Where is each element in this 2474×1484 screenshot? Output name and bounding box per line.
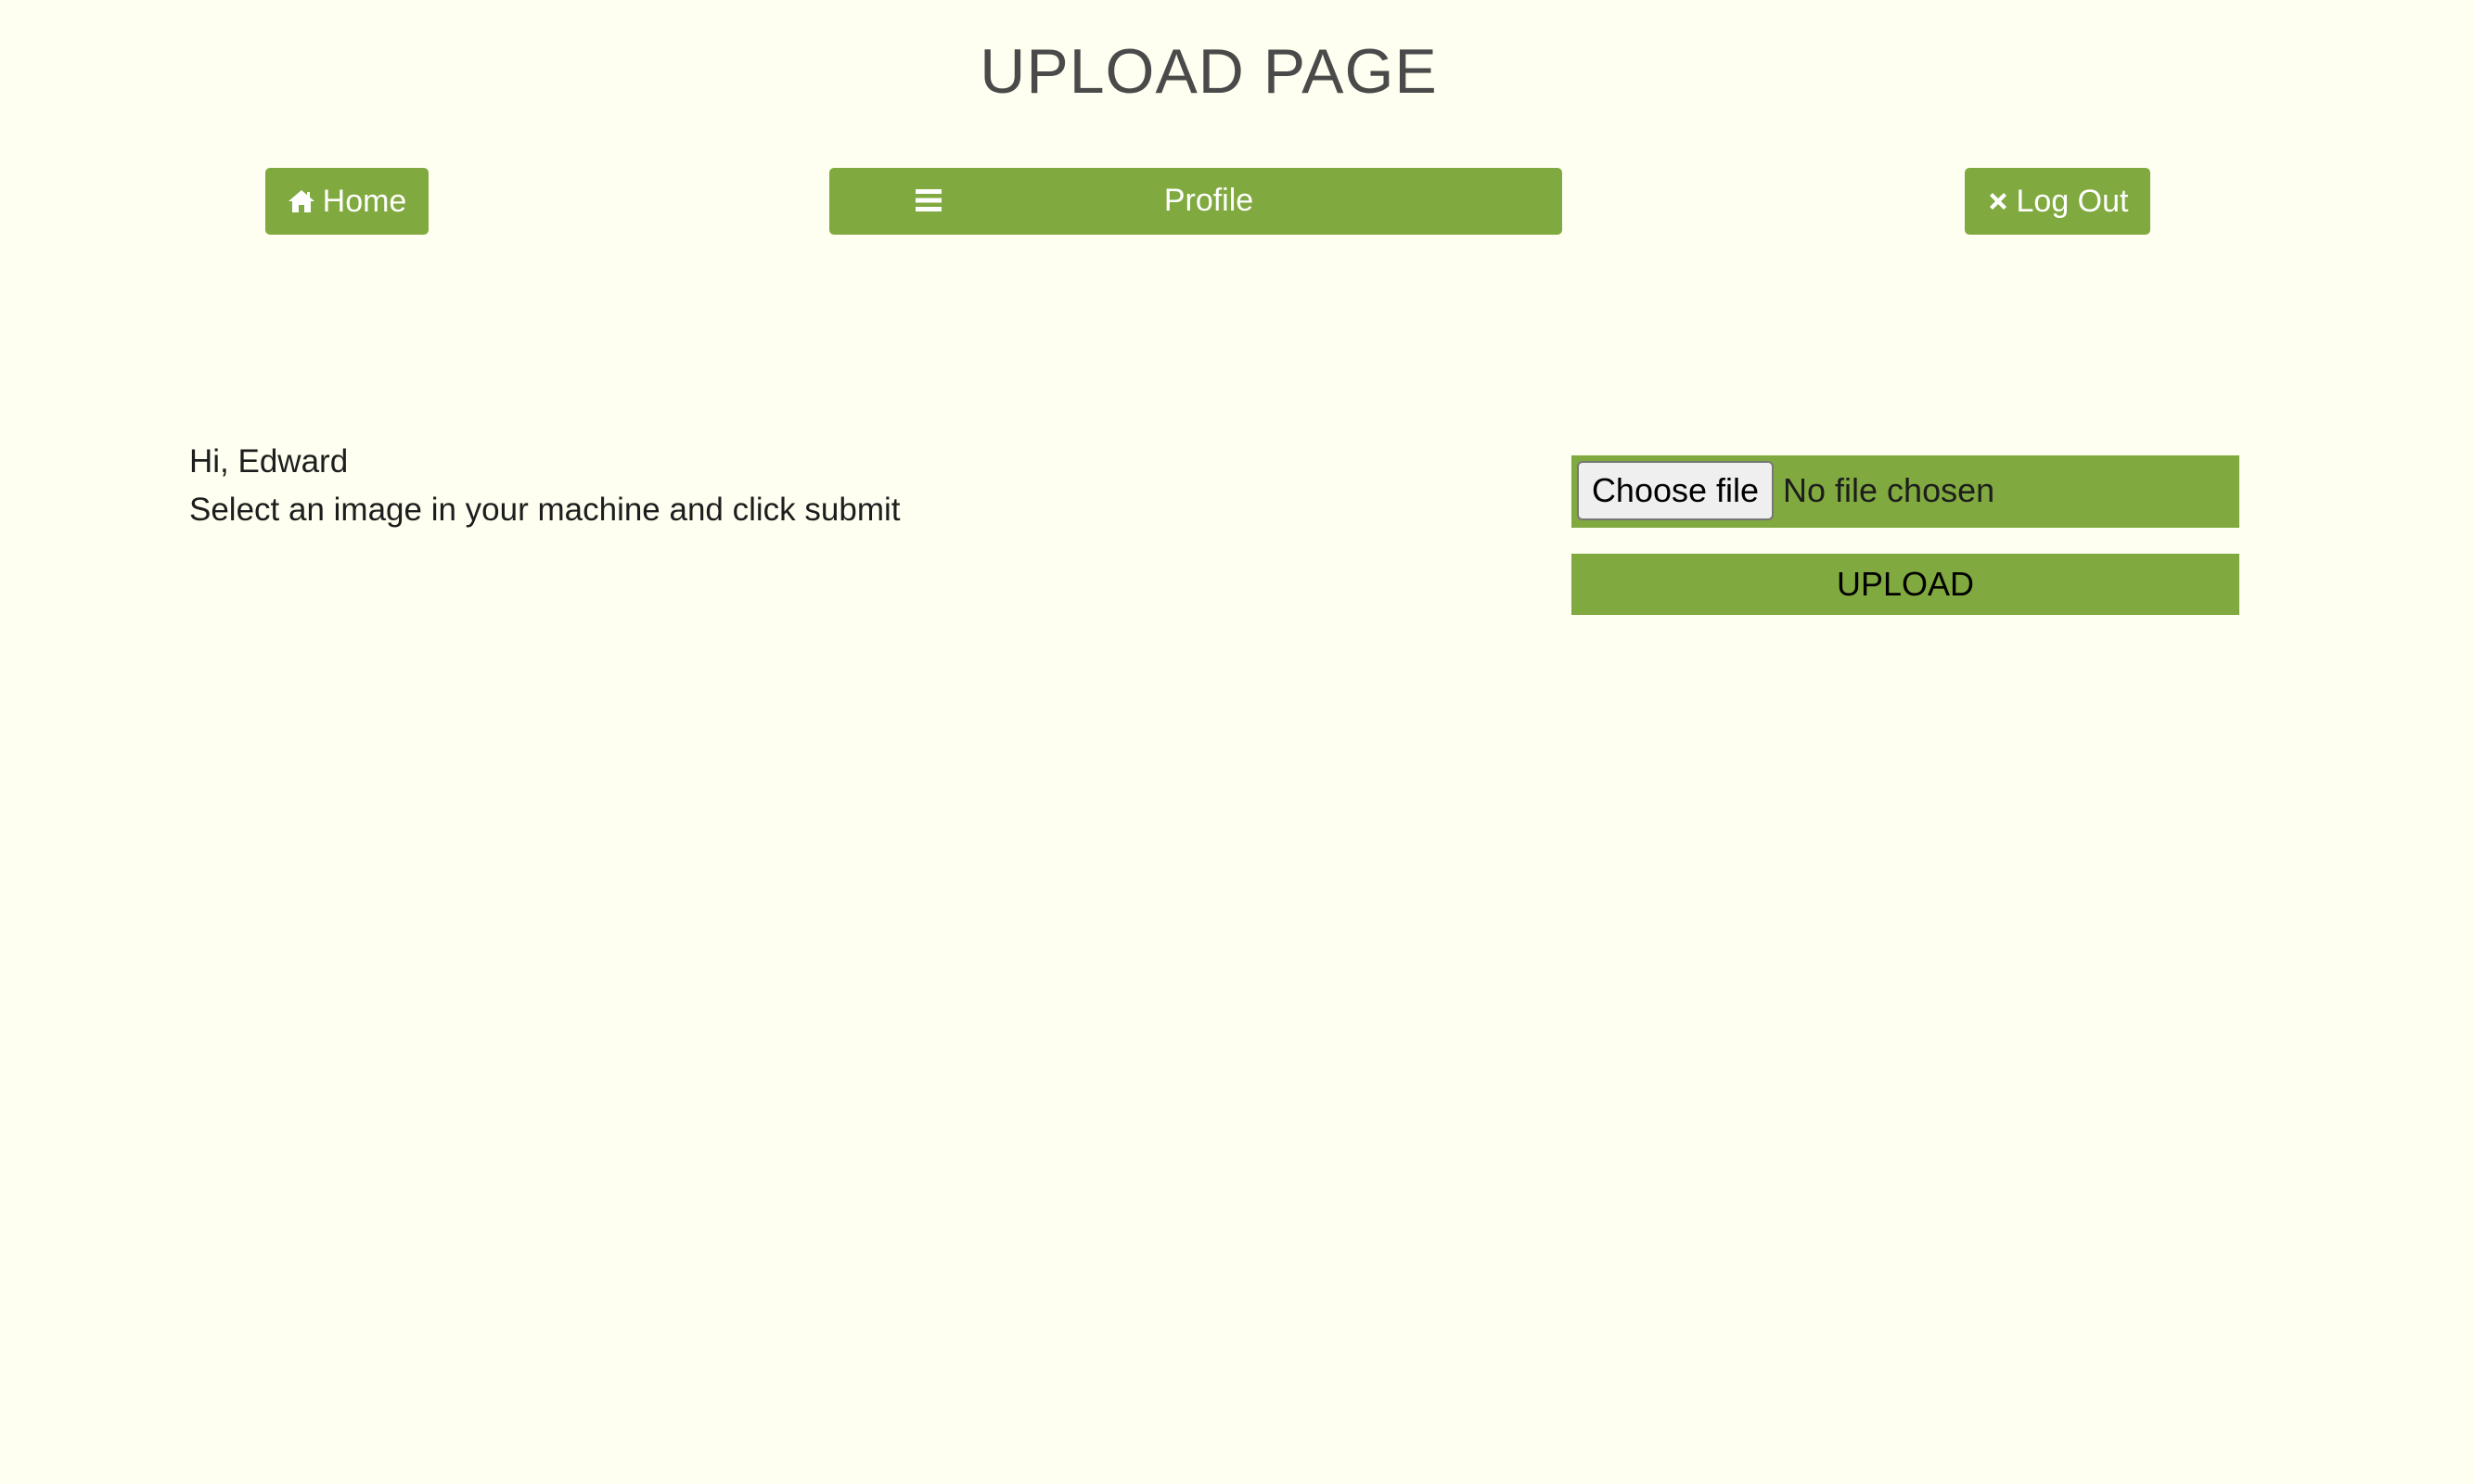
home-button-label: Home (322, 183, 407, 219)
file-input[interactable]: Choose file No file chosen (1571, 455, 2239, 528)
upload-button[interactable]: UPLOAD (1571, 554, 2239, 615)
close-icon (1987, 190, 2009, 212)
logout-button[interactable]: Log Out (1965, 168, 2150, 235)
choose-file-button[interactable]: Choose file (1577, 461, 1774, 520)
greeting-text: Hi, Edward (189, 443, 349, 480)
file-status-text: No file chosen (1783, 471, 1995, 509)
logout-button-label: Log Out (2016, 183, 2129, 219)
profile-button[interactable]: Profile (829, 168, 1562, 235)
home-icon (288, 189, 315, 213)
instruction-text: Select an image in your machine and clic… (189, 492, 901, 528)
home-button[interactable]: Home (265, 168, 429, 235)
profile-button-label: Profile (1163, 183, 1254, 218)
page-title: UPLOAD PAGE (980, 36, 1438, 107)
